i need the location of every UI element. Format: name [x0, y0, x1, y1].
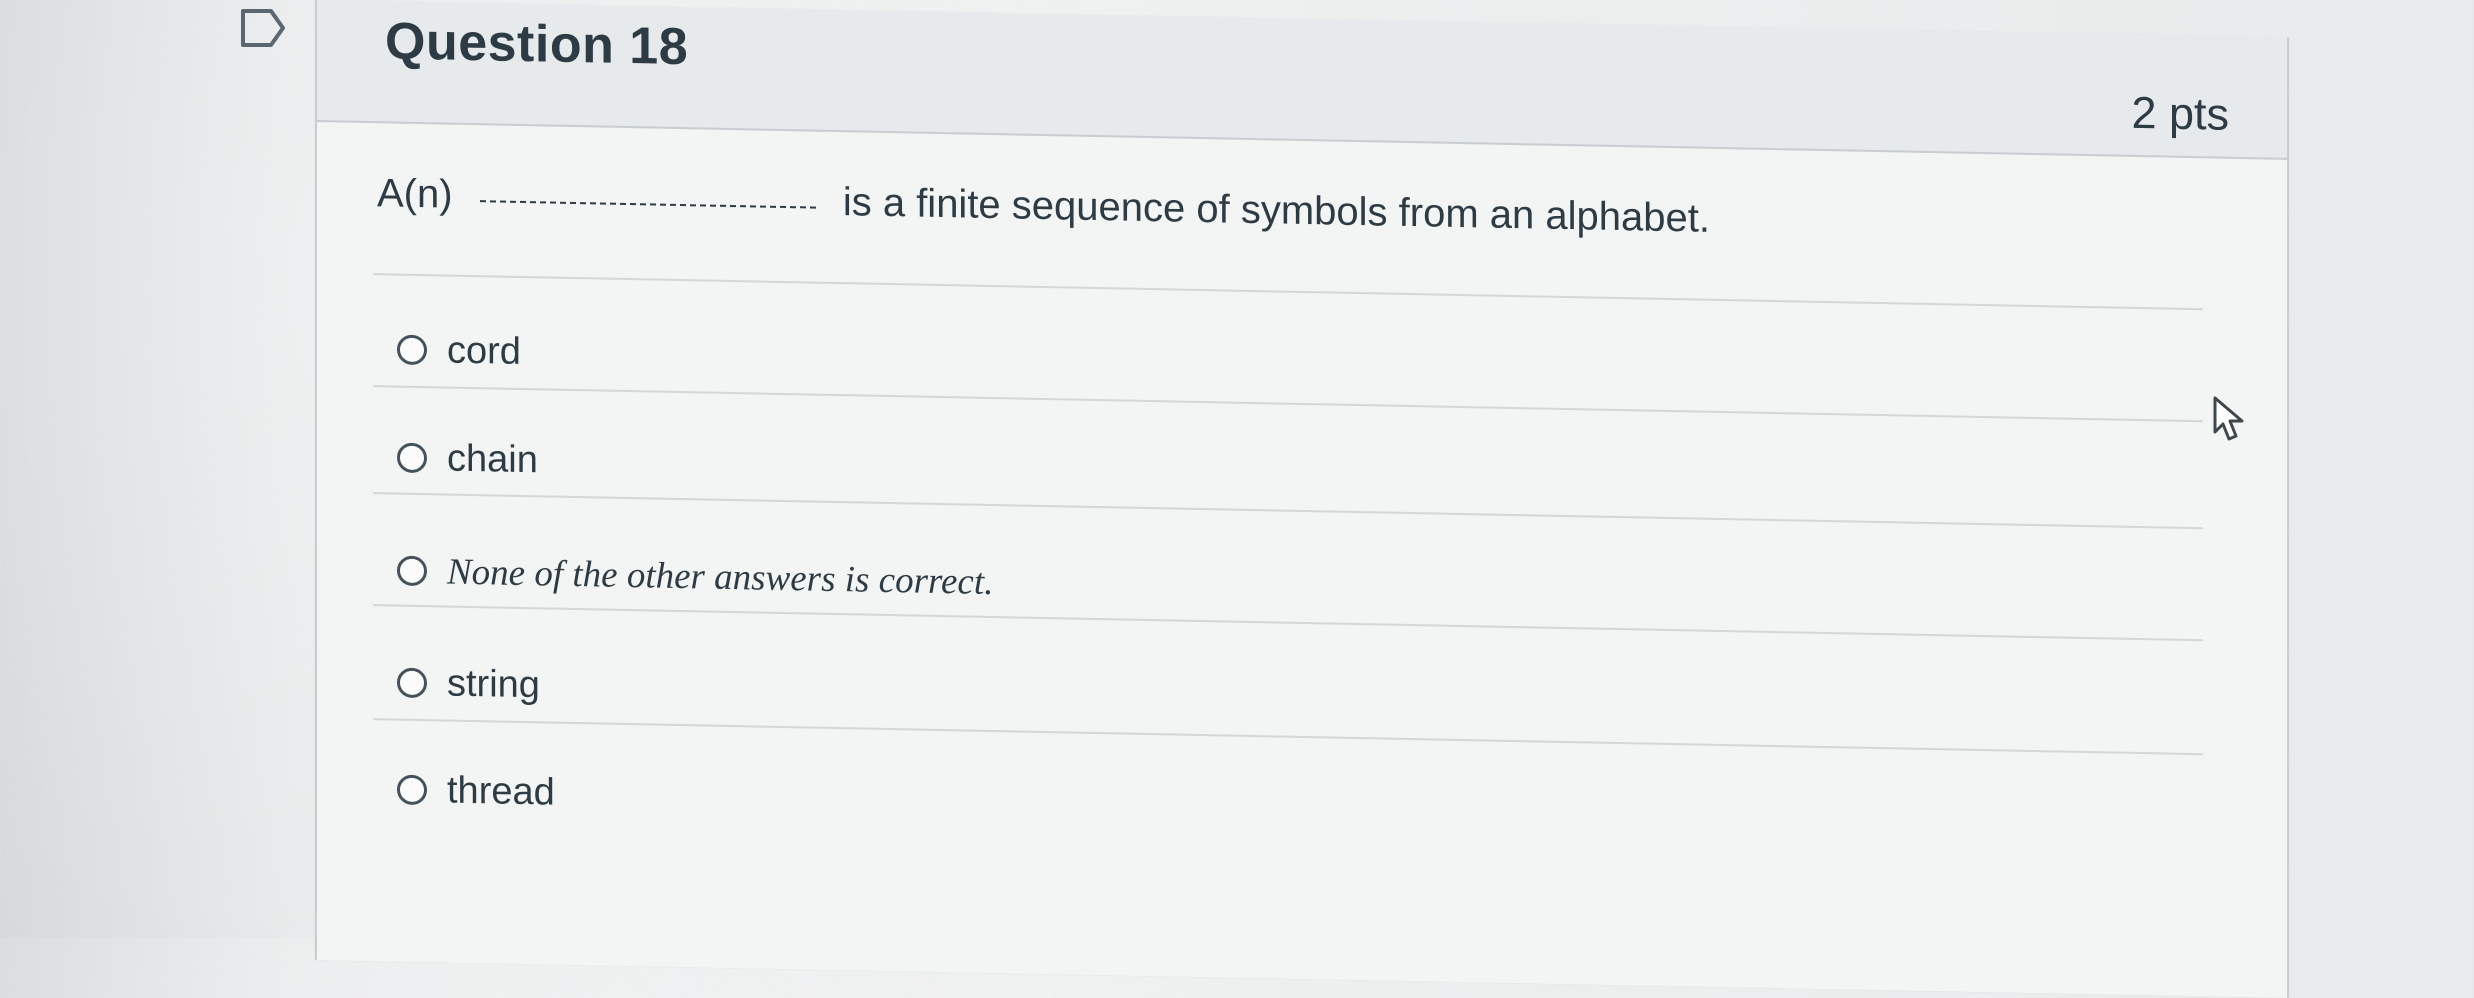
radio-button-icon[interactable]	[397, 774, 427, 806]
flag-question-icon[interactable]	[240, 8, 286, 48]
question-suffix: is a finite sequence of symbols from an …	[842, 180, 1710, 241]
question-card: Question 18 2 pts A(n) is a finite seque…	[315, 0, 2289, 998]
answer-option-cord[interactable]: cord	[397, 320, 521, 382]
answer-option-none[interactable]: None of the other answers is correct.	[397, 541, 993, 612]
answer-option-chain[interactable]: chain	[397, 428, 538, 491]
answer-label: chain	[447, 437, 538, 481]
radio-button-icon[interactable]	[397, 334, 427, 366]
question-title: Question 18	[385, 12, 689, 77]
mouse-pointer-icon	[2212, 395, 2246, 443]
question-text: A(n) is a finite sequence of symbols fro…	[377, 171, 1710, 242]
answer-divider	[373, 492, 2203, 530]
answer-label: thread	[447, 769, 555, 814]
radio-button-icon[interactable]	[397, 442, 427, 474]
answer-option-string[interactable]: string	[397, 653, 540, 716]
answer-label: cord	[447, 329, 521, 373]
answer-blank	[479, 200, 816, 209]
radio-button-icon[interactable]	[397, 555, 427, 587]
answer-option-thread[interactable]: thread	[397, 760, 555, 823]
answer-divider	[373, 385, 2203, 423]
bookmark-flag-icon	[241, 9, 285, 47]
question-prefix: A(n)	[377, 171, 453, 217]
answer-divider	[373, 604, 2203, 642]
answer-label: None of the other answers is correct.	[447, 551, 994, 603]
answer-divider	[373, 273, 2203, 311]
radio-button-icon[interactable]	[397, 667, 427, 699]
question-points: 2 pts	[2131, 86, 2229, 140]
answer-divider	[373, 718, 2203, 756]
answer-label: string	[447, 662, 540, 706]
question-header: Question 18 2 pts	[317, 0, 2287, 160]
